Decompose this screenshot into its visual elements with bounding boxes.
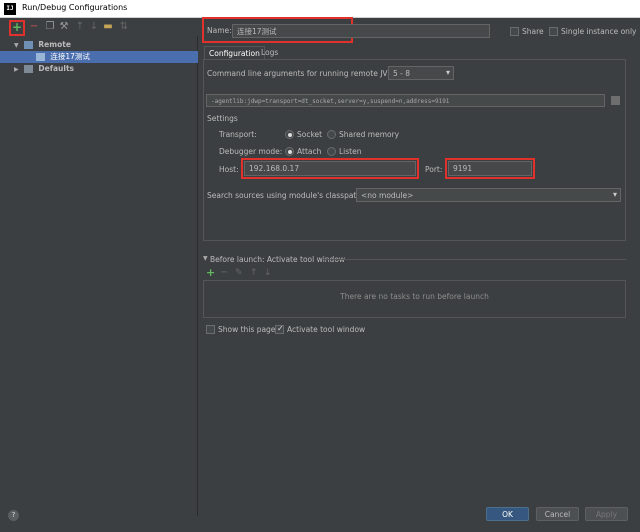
intellij-app-icon: IJ (4, 3, 16, 15)
show-page-checkbox[interactable] (206, 325, 215, 334)
arrow-up-icon[interactable]: ↑ (74, 21, 86, 33)
show-page-label: Show this page (218, 325, 276, 334)
port-label: Port: (425, 165, 443, 174)
wrench-icon[interactable]: ⚒ (58, 21, 70, 33)
host-label: Host: (219, 165, 239, 174)
configuration-tree: ▼ Remote 连接17测试 ▶ Defaults (0, 36, 198, 516)
tree-remote-label: Remote (38, 40, 71, 49)
tab-logs[interactable]: Logs (257, 46, 282, 59)
remote-icon (24, 41, 34, 49)
module-select[interactable]: <no module> (356, 188, 621, 202)
edit-task-icon[interactable]: ✎ (235, 267, 243, 279)
folder-icon[interactable]: ▬ (102, 21, 114, 33)
single-instance-label: Single instance only (561, 27, 637, 36)
transport-socket-radio[interactable] (285, 130, 294, 139)
copy-args-icon[interactable] (611, 96, 620, 105)
remove-task-icon[interactable]: − (220, 267, 228, 279)
host-input[interactable]: 192.168.0.17 (244, 161, 416, 176)
debugger-attach-label: Attach (297, 147, 322, 156)
transport-label: Transport: (219, 130, 257, 139)
tree-node-remote[interactable]: ▼ Remote (0, 39, 198, 51)
add-task-icon[interactable]: + (206, 267, 215, 279)
apply-button[interactable]: Apply (585, 507, 628, 521)
collapse-arrow-icon[interactable]: ▶ (14, 66, 19, 73)
tree-node-config[interactable]: 连接17测试 (0, 51, 198, 63)
remote-config-icon (36, 53, 45, 61)
minus-icon[interactable]: − (28, 21, 40, 33)
move-down-task-icon[interactable]: ↓ (264, 267, 272, 279)
activate-tool-window-label: Activate tool window (287, 325, 366, 334)
config-toolbar: + − ❐ ⚒ ↑ ↓ ▬ ⇅ (0, 18, 200, 38)
copy-icon[interactable]: ❐ (44, 21, 56, 33)
debugger-listen-label: Listen (339, 147, 362, 156)
name-input[interactable]: 连接17测试 (232, 24, 490, 38)
jvm-version-select[interactable]: 5 - 8 (388, 66, 454, 80)
name-label: Name: (207, 26, 232, 35)
expand-arrow-icon[interactable]: ▼ (14, 42, 19, 49)
classpath-label: Search sources using module's classpath: (207, 191, 364, 200)
cancel-button[interactable]: Cancel (536, 507, 579, 521)
single-instance-checkbox[interactable] (549, 27, 558, 36)
tree-config-label: 连接17测试 (50, 52, 90, 61)
transport-socket-label: Socket (297, 130, 323, 139)
defaults-icon (24, 65, 34, 73)
share-label: Share (522, 27, 544, 36)
agent-args-field[interactable]: -agentlib:jdwp=transport=dt_socket,serve… (206, 94, 605, 107)
tree-defaults-label: Defaults (38, 64, 75, 73)
tree-node-defaults[interactable]: ▶ Defaults (0, 63, 198, 75)
before-launch-toggle-icon[interactable]: ▼ (203, 255, 208, 262)
debugger-listen-radio[interactable] (327, 147, 336, 156)
activate-tool-window-checkbox[interactable] (275, 324, 284, 334)
share-checkbox[interactable] (510, 27, 519, 36)
title-bar: IJ Run/Debug Configurations (0, 0, 640, 18)
empty-tasks-text: There are no tasks to run before launch (340, 292, 489, 301)
port-input[interactable]: 9191 (448, 161, 532, 176)
debugger-mode-label: Debugger mode: (219, 147, 283, 156)
before-launch-divider (322, 259, 626, 260)
arrow-down-icon[interactable]: ↓ (88, 21, 100, 33)
plus-icon[interactable]: + (11, 21, 23, 33)
ok-button[interactable]: OK (486, 507, 529, 521)
tab-configuration[interactable]: Configuration (204, 46, 265, 59)
transport-shared-label: Shared memory (339, 130, 400, 139)
debugger-attach-radio[interactable] (285, 147, 294, 156)
sort-icon[interactable]: ⇅ (118, 21, 130, 33)
settings-label: Settings (207, 114, 238, 123)
move-up-task-icon[interactable]: ↑ (250, 267, 258, 279)
transport-shared-radio[interactable] (327, 130, 336, 139)
window-title: Run/Debug Configurations (22, 3, 128, 12)
help-icon[interactable]: ? (8, 510, 19, 521)
cmd-args-label: Command line arguments for running remot… (207, 69, 395, 78)
